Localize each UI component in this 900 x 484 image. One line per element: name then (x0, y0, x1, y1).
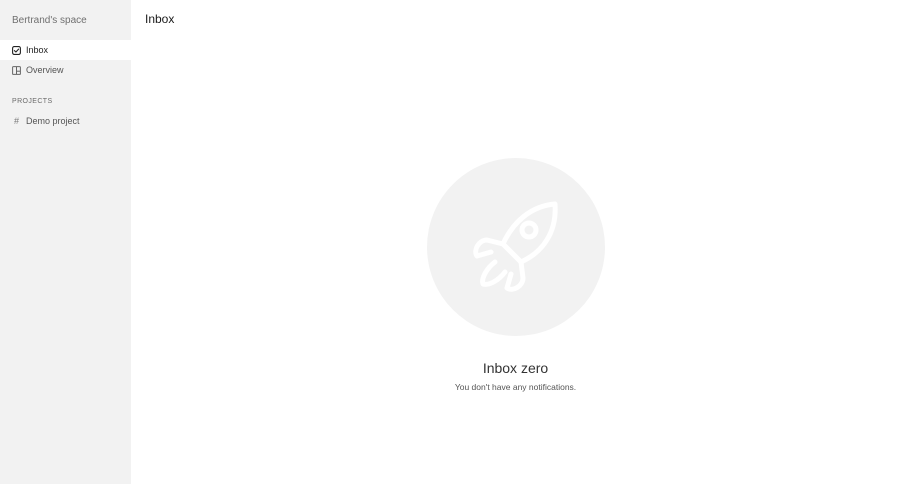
workspace-name[interactable]: Bertrand's space (0, 0, 131, 40)
checkbox-icon (12, 45, 21, 55)
empty-state: Inbox zero You don't have any notificati… (131, 158, 900, 392)
sidebar-item-inbox[interactable]: Inbox (0, 40, 131, 60)
sidebar-item-label: Demo project (26, 116, 80, 126)
sidebar: Bertrand's space Inbox Overview PROJECTS (0, 0, 131, 484)
empty-state-title: Inbox zero (482, 360, 549, 376)
page-title: Inbox (145, 12, 175, 26)
empty-state-illustration (426, 158, 605, 336)
hash-icon: # (13, 116, 19, 126)
sidebar-item-label: Overview (26, 65, 64, 75)
sidebar-item-overview[interactable]: Overview (0, 60, 131, 80)
rocket-icon (472, 201, 558, 292)
empty-state-subtitle: You don't have any notifications. (454, 382, 577, 392)
projects-section-label: PROJECTS (12, 98, 53, 105)
main-panel: Inbox Inbox zero You don't have any noti… (131, 0, 900, 484)
sidebar-item-label: Inbox (26, 45, 49, 55)
board-icon (12, 65, 21, 75)
sidebar-item-demo-project[interactable]: # Demo project (0, 111, 131, 131)
app-window: Bertrand's space Inbox Overview PROJECTS (0, 0, 900, 484)
